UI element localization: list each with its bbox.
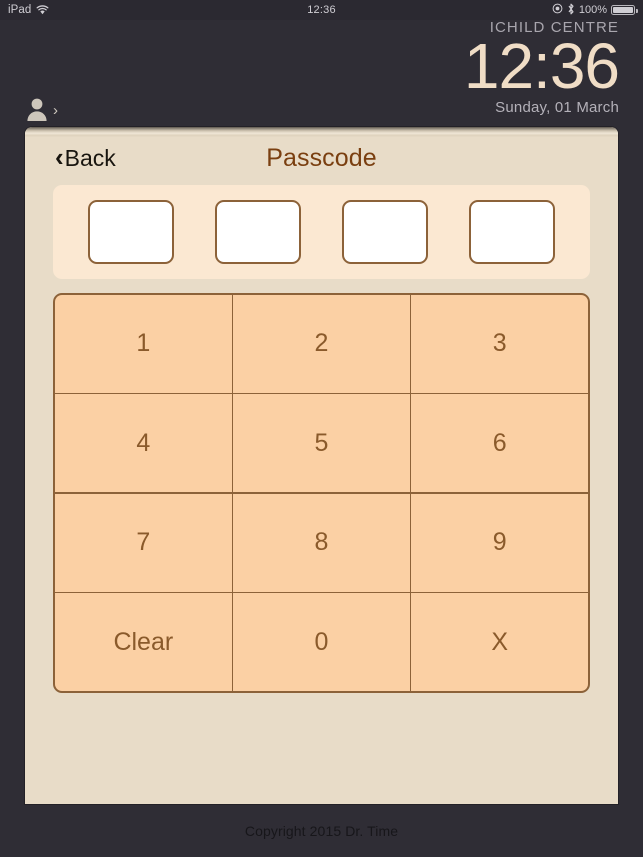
location-services-icon xyxy=(552,3,563,17)
battery-percent-label: 100% xyxy=(578,4,607,16)
keypad-key-7[interactable]: 7 xyxy=(55,493,232,592)
keypad-key-9[interactable]: 9 xyxy=(411,493,588,592)
keypad-key-clear[interactable]: Clear xyxy=(55,593,232,691)
person-icon xyxy=(24,96,50,122)
user-account-button[interactable]: › xyxy=(24,96,58,122)
passcode-panel: ‹ Back Passcode 1 2 3 4 5 6 7 8 9 Clear … xyxy=(25,127,618,804)
back-button-label: Back xyxy=(64,144,116,171)
back-button[interactable]: ‹ Back xyxy=(55,142,116,172)
keypad-key-8[interactable]: 8 xyxy=(233,493,410,592)
numeric-keypad: 1 2 3 4 5 6 7 8 9 Clear 0 X xyxy=(53,293,590,693)
keypad-key-3[interactable]: 3 xyxy=(411,295,588,393)
passcode-digit-4[interactable] xyxy=(469,200,556,264)
passcode-digit-3[interactable] xyxy=(342,200,429,264)
lock-screen-clock-area: ICHILD CENTRE 12:36 Sunday, 01 March xyxy=(463,20,620,116)
keypad-key-0[interactable]: 0 xyxy=(233,593,410,691)
battery-full-icon xyxy=(611,5,638,15)
keypad-key-1[interactable]: 1 xyxy=(55,295,232,393)
clock-date-label: Sunday, 01 March xyxy=(495,98,619,116)
keypad-key-2[interactable]: 2 xyxy=(233,295,410,393)
keypad-key-delete[interactable]: X xyxy=(411,593,588,691)
chevron-right-icon: › xyxy=(53,102,58,119)
ios-status-bar: iPad 12:36 100% xyxy=(0,0,643,20)
keypad-key-4[interactable]: 4 xyxy=(55,394,232,493)
clock-time-label: 12:36 xyxy=(463,30,620,102)
passcode-field-group xyxy=(53,185,590,279)
keypad-key-6[interactable]: 6 xyxy=(411,394,588,493)
chevron-left-icon: ‹ xyxy=(55,142,64,172)
copyright-label: Copyright 2015 Dr. Time xyxy=(244,822,399,839)
status-bar-clock: 12:36 xyxy=(307,4,336,16)
passcode-digit-2[interactable] xyxy=(214,200,301,264)
status-bar-right: 100% xyxy=(552,3,638,18)
keypad-key-5[interactable]: 5 xyxy=(233,394,410,493)
footer: Copyright 2015 Dr. Time xyxy=(0,804,643,857)
passcode-digit-1[interactable] xyxy=(87,200,174,264)
bluetooth-icon xyxy=(567,3,575,18)
modal-navbar: ‹ Back Passcode xyxy=(25,127,618,183)
